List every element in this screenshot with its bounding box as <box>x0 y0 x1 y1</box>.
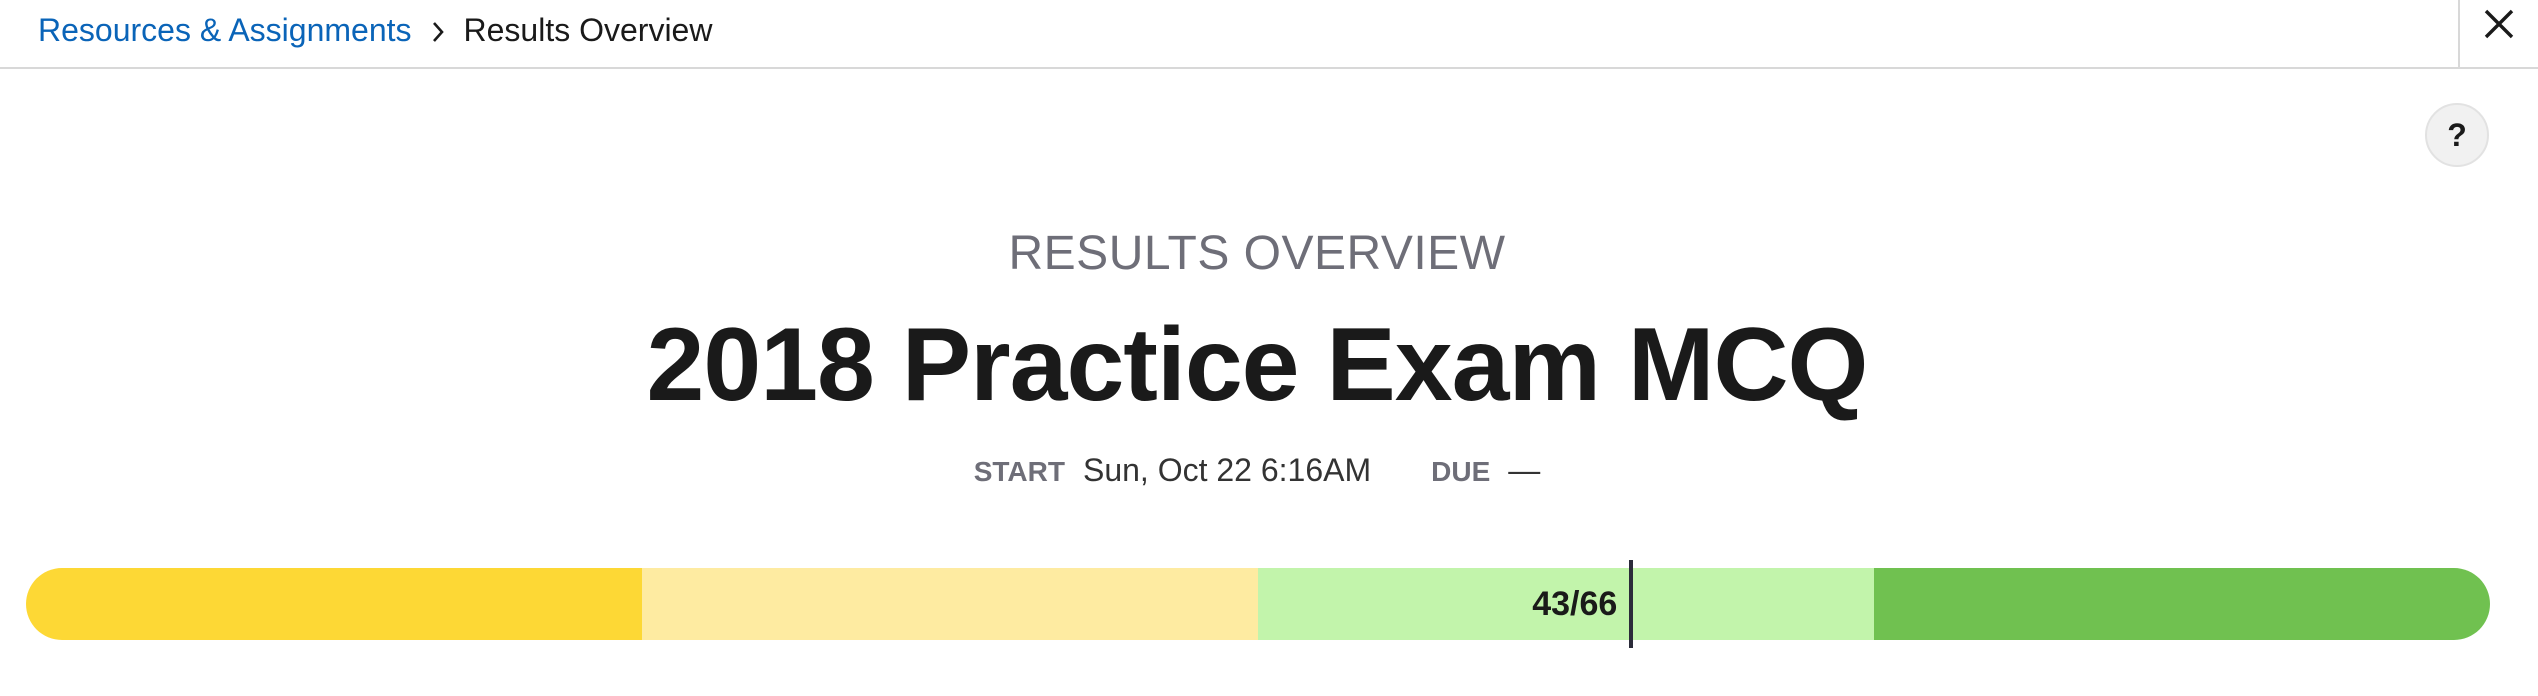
help-button[interactable]: ? <box>2425 103 2489 167</box>
score-band-1 <box>26 568 642 640</box>
breadcrumb-current: Results Overview <box>463 11 713 48</box>
due-label: DUE <box>1431 456 1491 487</box>
score-band-2 <box>642 568 1258 640</box>
breadcrumb: Resources & Assignments Results Overview <box>38 0 712 60</box>
start-label: START <box>973 456 1065 487</box>
due-value: — <box>1508 452 1541 488</box>
close-icon <box>2484 9 2514 39</box>
page-title: 2018 Practice Exam MCQ <box>646 307 1869 423</box>
top-bar: Resources & Assignments Results Overview <box>0 0 2538 69</box>
chevron-right-icon <box>412 12 464 49</box>
close-button[interactable] <box>2458 0 2538 67</box>
score-marker <box>1629 560 1634 648</box>
page-eyebrow: RESULTS OVERVIEW <box>1008 227 1506 280</box>
start-value: Sun, Oct 22 6:16AM <box>1082 452 1372 488</box>
assignment-meta: START Sun, Oct 22 6:16AM DUE — <box>0 452 2514 489</box>
score-band-4 <box>1874 568 2490 640</box>
help-icon: ? <box>2447 116 2467 153</box>
score-bar <box>26 568 2490 640</box>
breadcrumb-resources-link[interactable]: Resources & Assignments <box>38 12 412 49</box>
score-label: 43/66 <box>1532 584 1618 623</box>
